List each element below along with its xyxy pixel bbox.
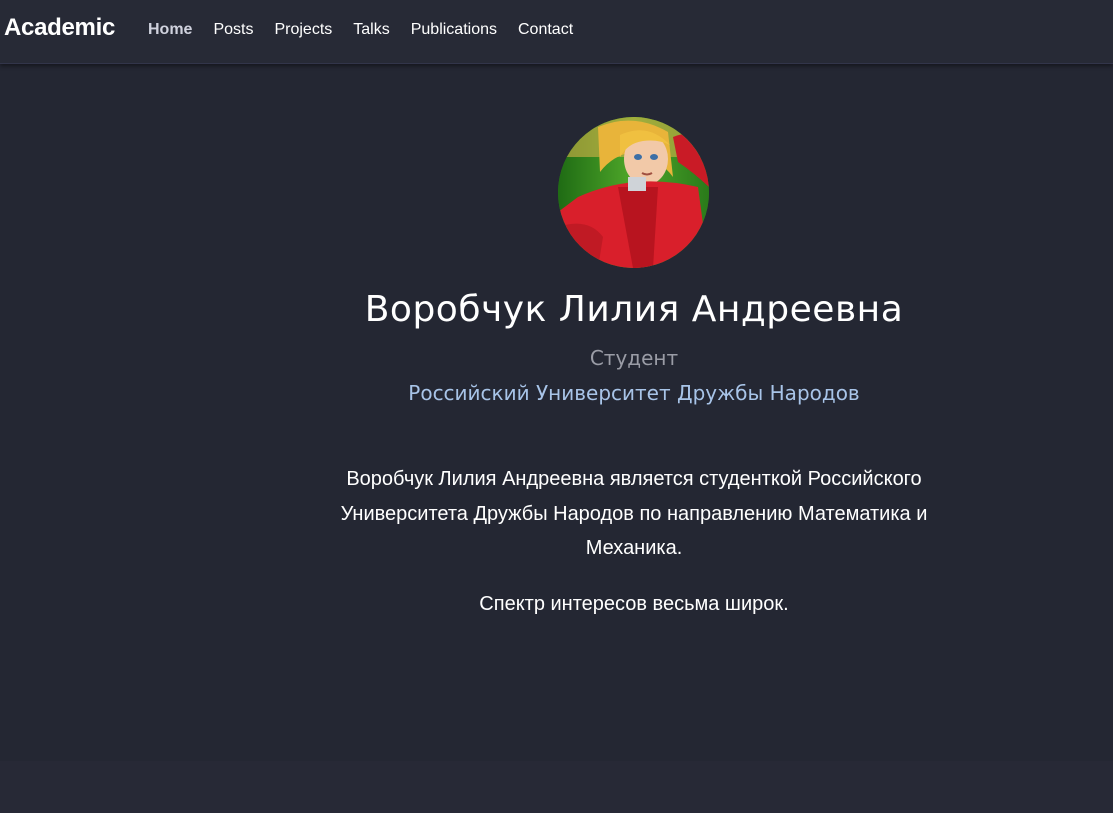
- nav-menu: Home Posts Projects Talks Publications C…: [148, 19, 594, 39]
- profile-organization-link[interactable]: Российский Университет Дружбы Народов: [0, 381, 1113, 405]
- nav-link-home[interactable]: Home: [148, 21, 192, 38]
- avatar: [558, 117, 709, 268]
- nav-item-home: Home: [148, 19, 192, 39]
- bio-paragraph: Воробчук Лилия Андреевна является студен…: [340, 468, 928, 559]
- nav-link-contact[interactable]: Contact: [518, 21, 573, 38]
- nav-link-talks[interactable]: Talks: [353, 21, 389, 38]
- nav-link-projects[interactable]: Projects: [274, 21, 332, 38]
- nav-item-talks: Talks: [353, 19, 389, 39]
- nav-item-publications: Publications: [411, 19, 497, 39]
- nav-link-publications[interactable]: Publications: [411, 21, 497, 38]
- profile-role: Студент: [589, 346, 679, 370]
- footer-band: [0, 761, 1113, 813]
- avatar-illustration: [558, 117, 709, 268]
- bio-paragraph: Спектр интересов весьма широк.: [479, 592, 789, 615]
- nav-item-contact: Contact: [518, 19, 573, 39]
- navbar: Academic Home Posts Projects Talks Publi…: [0, 0, 1113, 64]
- brand-link[interactable]: Academic: [4, 14, 115, 42]
- nav-link-posts[interactable]: Posts: [213, 21, 253, 38]
- profile-name: Воробчук Лилия Андреевна: [364, 289, 904, 330]
- nav-item-projects: Projects: [274, 19, 332, 39]
- profile-bio: Воробчук Лилия Андреевна является студен…: [317, 462, 951, 642]
- nav-item-posts: Posts: [213, 19, 253, 39]
- about-section: [0, 65, 1113, 761]
